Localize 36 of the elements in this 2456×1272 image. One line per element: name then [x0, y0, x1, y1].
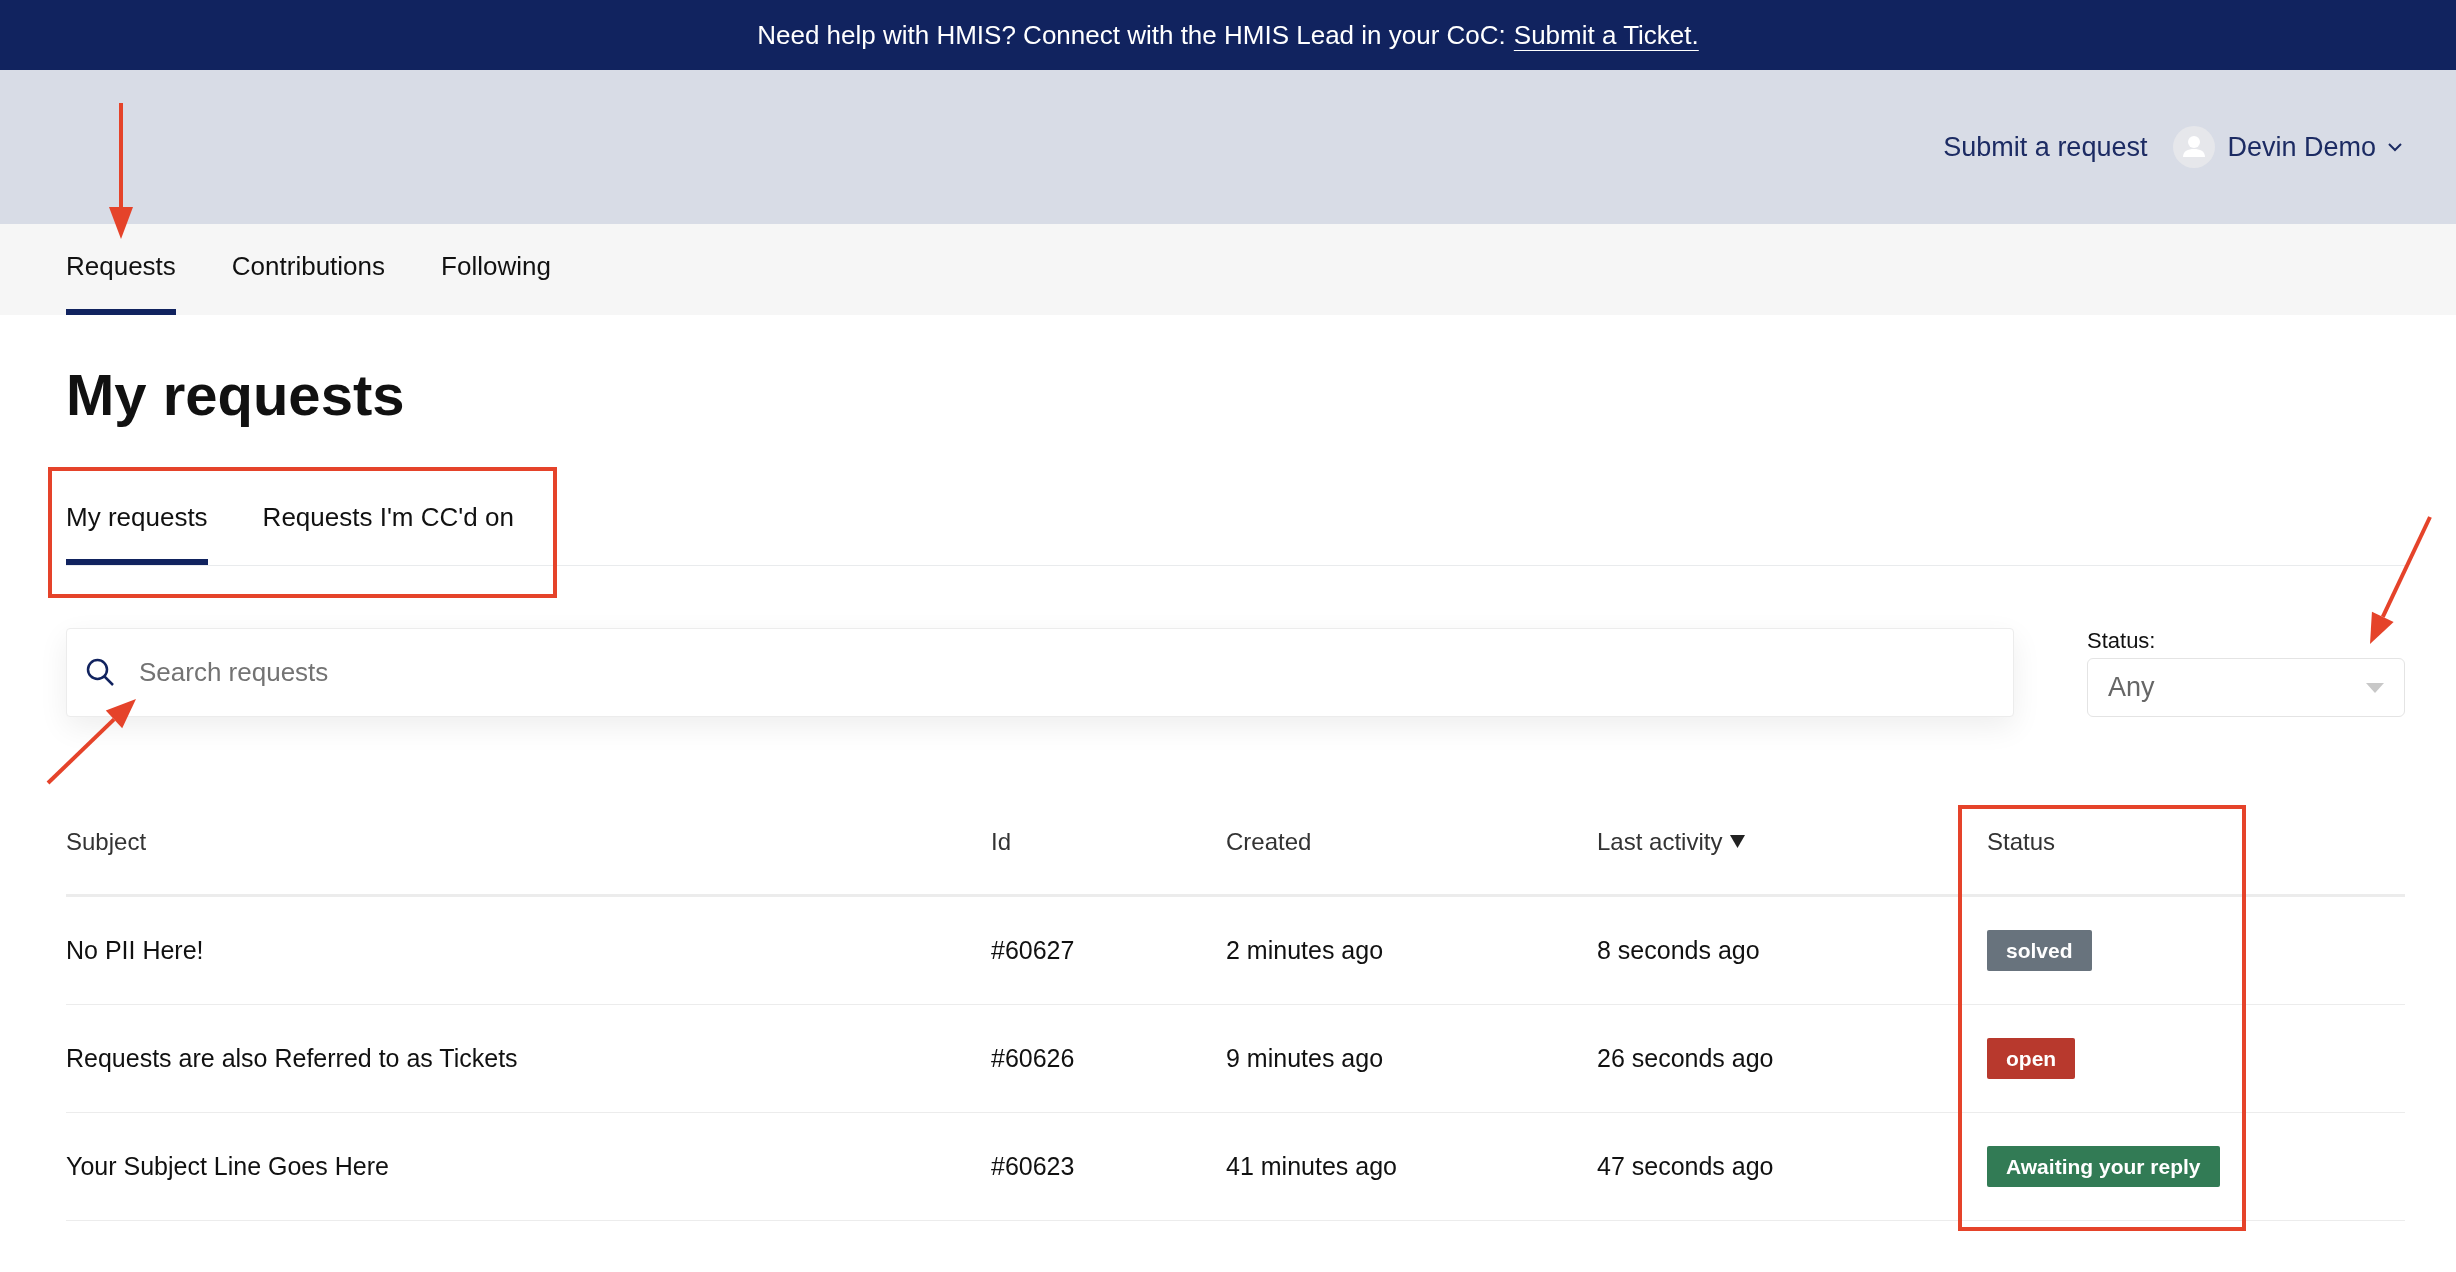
status-badge: solved	[1987, 930, 2092, 971]
avatar-icon	[2173, 126, 2216, 168]
table-cell: #60623	[991, 1152, 1075, 1181]
table-cell: Your Subject Line Goes Here	[66, 1152, 389, 1181]
table-cell: 26 seconds ago	[1597, 1044, 1774, 1073]
column-header: Created	[1226, 827, 1312, 856]
ticket-link[interactable]: Submit a Ticket.	[1513, 19, 1699, 51]
status-label: Status:	[2087, 628, 2156, 654]
request-tab[interactable]: My requests	[66, 499, 208, 565]
table-cell: Requests are also Referred to as Tickets	[66, 1044, 518, 1073]
column-header: Status	[1987, 827, 2056, 856]
banner-text: Need help with HMIS? Connect with the HMIS Lead in your CoC:	[757, 19, 1506, 51]
column-header: Subject	[66, 827, 147, 856]
user-menu-button[interactable]: Devin Demo	[2173, 126, 2402, 168]
status-dropdown[interactable]: Any	[2087, 658, 2405, 717]
search-icon	[86, 658, 114, 686]
table-cell: 2 minutes ago	[1226, 936, 1384, 965]
table-cell: #60627	[991, 936, 1075, 965]
caret-icon	[2366, 682, 2384, 693]
submit-request-link[interactable]: Submit a request	[1943, 131, 2148, 163]
table-cell: 9 minutes ago	[1226, 1044, 1384, 1073]
nav-tab[interactable]: Contributions	[231, 224, 386, 315]
nav-tab[interactable]: Following	[441, 224, 551, 315]
table-cell: #60626	[991, 1044, 1075, 1073]
search-field[interactable]: Search requests	[66, 628, 2014, 717]
request-tab[interactable]: Requests I'm CC'd on	[262, 499, 514, 565]
column-header: Last activity	[1597, 827, 1723, 856]
status-badge: Awaiting your reply	[1987, 1146, 2220, 1187]
table-cell: 47 seconds ago	[1597, 1152, 1774, 1181]
chevron-down-icon	[2388, 142, 2402, 152]
page-title: My requests	[66, 361, 406, 429]
table-cell: 41 minutes ago	[1226, 1152, 1397, 1181]
table-cell: No PII Here!	[66, 936, 204, 965]
column-header: Id	[991, 827, 1011, 856]
status-badge: open	[1987, 1038, 2076, 1079]
table-cell: 8 seconds ago	[1597, 936, 1760, 965]
